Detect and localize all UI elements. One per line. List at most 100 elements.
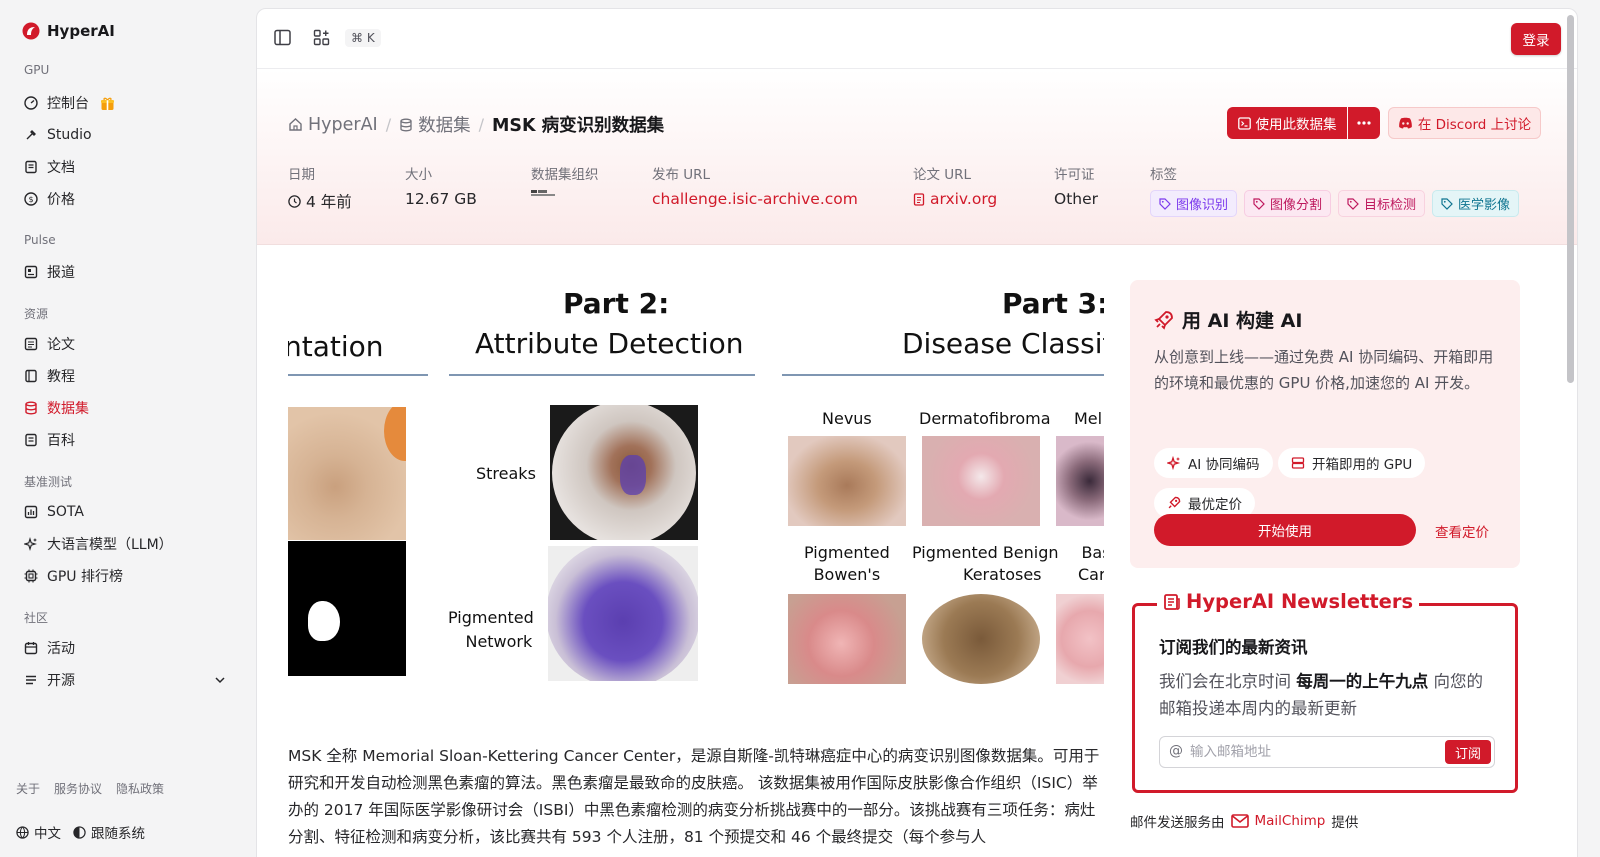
view-pricing-link[interactable]: 查看定价 — [1435, 521, 1489, 541]
discord-label: 在 Discord 上讨论 — [1417, 117, 1532, 133]
breadcrumb-datasets[interactable]: 数据集 — [399, 112, 471, 137]
sidebar-item-open-source[interactable]: 开源 — [24, 666, 232, 694]
sidebar-item-papers[interactable]: 论文 — [24, 330, 232, 358]
section-label-benchmarks: 基准测试 — [24, 475, 73, 489]
get-started-button[interactable]: 开始使用 — [1154, 514, 1416, 546]
sidebar-item-label: 控制台 — [47, 96, 89, 112]
meta-paper-url: 论文 URL arxiv.org — [913, 163, 997, 208]
date-text: 4 年前 — [306, 193, 352, 211]
breadcrumb-separator: / — [385, 115, 392, 134]
email-input[interactable] — [1190, 741, 1430, 763]
main-panel: ⌘ K 登录 HyperAI / 数据集 / MSK 病变识别数据集 使用此数据… — [256, 8, 1578, 857]
page-title: MSK 病变识别数据集 — [492, 116, 665, 136]
search-shortcut[interactable]: ⌘ K — [345, 29, 381, 47]
meta-size: 大小 12.67 GB — [405, 163, 477, 208]
wiki-icon — [24, 433, 38, 447]
studio-icon — [24, 128, 38, 142]
clock-icon — [288, 194, 301, 208]
sidebar-item-pricing[interactable]: $ 价格 — [24, 185, 232, 213]
lesion-photo — [288, 407, 406, 540]
figure-label-bowens: Pigmented Bowen's — [804, 542, 890, 586]
sidebar-item-label: 百科 — [47, 433, 75, 449]
chevron-down-icon[interactable] — [214, 674, 226, 686]
calendar-icon — [24, 641, 38, 655]
tag-label: 目标检测 — [1364, 198, 1417, 213]
figure-part3-title: Part 3: — [1002, 287, 1104, 320]
sidebar-item-llm[interactable]: 大语言模型（LLM） — [24, 530, 232, 558]
discord-discuss-button[interactable]: 在 Discord 上讨论 — [1388, 107, 1541, 139]
about-link[interactable]: 关于 — [16, 780, 40, 797]
breadcrumb-separator: / — [478, 115, 484, 134]
meta-tags-label: 标签 — [1150, 167, 1177, 183]
organization-logo[interactable] — [531, 190, 555, 198]
tutorial-icon — [24, 369, 38, 383]
use-dataset-button[interactable]: 使用此数据集 — [1227, 107, 1347, 139]
sidebar-item-news[interactable]: 报道 — [24, 258, 232, 286]
language-switcher[interactable]: 中文 — [16, 822, 61, 842]
sparkle-icon — [1167, 456, 1181, 470]
sidebar-item-label: 开源 — [47, 673, 75, 689]
meta-org-label: 数据集组织 — [531, 167, 599, 183]
chip-ai-coding[interactable]: AI 协同编码 — [1154, 448, 1273, 478]
tag-label: 医学影像 — [1458, 198, 1511, 213]
benign-keratoses-photo — [922, 594, 1040, 684]
page-scrollbar[interactable] — [1567, 15, 1574, 383]
meta-date-label: 日期 — [288, 167, 315, 183]
sidebar-item-console[interactable]: 控制台 — [24, 89, 232, 117]
paper-url-link[interactable]: arxiv.org — [913, 190, 997, 208]
more-actions-button[interactable] — [1348, 107, 1380, 139]
chip-gpu[interactable]: 开箱即用的 GPU — [1278, 448, 1426, 478]
sidebar-item-wiki[interactable]: 百科 — [24, 426, 232, 454]
sidebar-item-events[interactable]: 活动 — [24, 634, 232, 662]
subscribe-button[interactable]: 订阅 — [1445, 740, 1491, 764]
sidebar-item-gpu-leaderboard[interactable]: GPU 排行榜 — [24, 562, 232, 590]
newsletter-desc-pre: 我们会在北京时间 — [1159, 672, 1291, 691]
dollar-icon: $ — [24, 192, 38, 206]
tag-image-recognition[interactable]: 图像识别 — [1150, 190, 1238, 217]
breadcrumb-home[interactable]: HyperAI — [288, 115, 378, 135]
tag-medical-imaging[interactable]: 医学影像 — [1432, 190, 1520, 217]
sidebar-item-studio[interactable]: Studio — [24, 121, 232, 149]
meta-date: 日期 4 年前 — [288, 163, 352, 212]
meta-license-label: 许可证 — [1054, 167, 1095, 183]
mail-service-credit: 邮件发送服务由 MailChimp 提供 — [1130, 811, 1358, 831]
meta-license-value: Other — [1054, 190, 1099, 208]
apps-grid-icon[interactable] — [313, 29, 330, 46]
sparkle-icon — [24, 537, 38, 551]
sidebar-toggle-icon[interactable] — [274, 29, 291, 46]
nevus-photo — [788, 436, 906, 526]
tag-image-segmentation[interactable]: 图像分割 — [1244, 190, 1332, 217]
release-url-link[interactable]: challenge.isic-archive.com — [652, 190, 858, 208]
newspaper-icon — [1163, 593, 1181, 611]
pigmented-text: Pigmented — [448, 608, 534, 627]
login-button[interactable]: 登录 — [1511, 23, 1561, 55]
sidebar-item-sota[interactable]: SOTA — [24, 498, 232, 526]
tag-icon — [1441, 197, 1453, 210]
newsletter-title: HyperAI Newsletters — [1157, 590, 1420, 613]
chip-label: 最优定价 — [1188, 497, 1242, 513]
terms-link[interactable]: 服务协议 — [54, 780, 102, 797]
newsletter-title-text: HyperAI Newsletters — [1186, 590, 1414, 613]
brand[interactable]: HyperAI — [22, 22, 115, 40]
dataset-description: MSK 全称 Memorial Sloan-Kettering Cancer C… — [288, 747, 1100, 846]
figure-label-streaks: Streaks — [476, 464, 536, 483]
credit-pre: 邮件发送服务由 — [1130, 815, 1225, 831]
meta-url-label: 发布 URL — [652, 167, 711, 183]
tag-object-detection[interactable]: 目标检测 — [1338, 190, 1426, 217]
breadcrumb: HyperAI / 数据集 / MSK 病变识别数据集 — [288, 112, 664, 137]
sidebar-item-label: 论文 — [47, 337, 75, 353]
newsletter-card: HyperAI Newsletters 订阅我们的最新资讯 我们会在北京时间 每… — [1132, 590, 1518, 793]
theme-switcher[interactable]: 跟随系统 — [73, 822, 145, 842]
tag-icon — [1347, 197, 1359, 210]
streaks-photo — [550, 405, 698, 540]
sidebar-item-docs[interactable]: 文档 — [24, 153, 232, 181]
document-icon — [24, 160, 38, 174]
sidebar-item-tutorials[interactable]: 教程 — [24, 362, 232, 390]
language-label: 中文 — [34, 826, 61, 842]
sidebar-item-datasets[interactable]: 数据集 — [24, 394, 232, 422]
terminal-icon — [1237, 116, 1251, 130]
mailchimp-link[interactable]: MailChimp — [1255, 813, 1326, 829]
at-sign-icon: @ — [1169, 743, 1183, 759]
privacy-link[interactable]: 隐私政策 — [116, 780, 164, 797]
chip-label: AI 协同编码 — [1188, 457, 1260, 473]
